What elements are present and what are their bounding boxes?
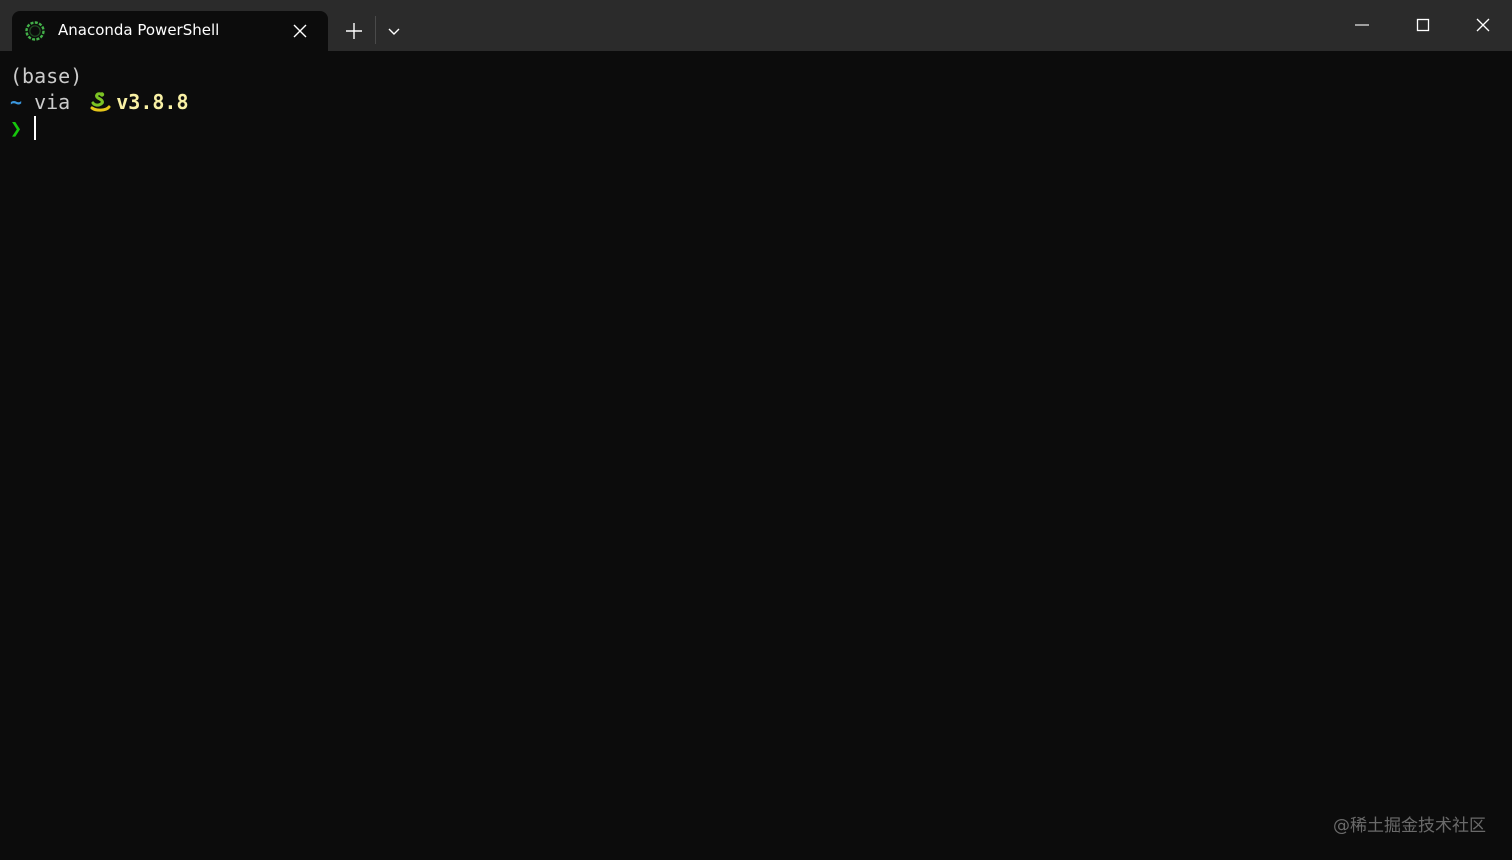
tab-anaconda-powershell[interactable]: Anaconda PowerShell (12, 11, 328, 51)
anaconda-ring-icon (24, 20, 46, 42)
title-bar: Anaconda PowerShell (0, 0, 1512, 51)
input-line[interactable]: ❯ (10, 115, 37, 141)
tab-title: Anaconda PowerShell (58, 21, 220, 39)
env-line: (base) (10, 64, 83, 88)
minimize-button[interactable] (1332, 0, 1392, 51)
home-tilde: ~ (10, 90, 23, 114)
prompt-chevron: ❯ (10, 116, 23, 140)
tab-separator (375, 16, 376, 44)
plus-icon[interactable] (340, 18, 368, 44)
terminal-window: Anaconda PowerShell (base) ~ via v3.8.8 … (0, 0, 1512, 860)
chevron-down-icon[interactable] (382, 18, 406, 44)
terminal-area[interactable]: (base) ~ via v3.8.8 ❯ @稀土掘金技术社区 (0, 51, 1512, 860)
maximize-button[interactable] (1393, 0, 1453, 51)
watermark: @稀土掘金技术社区 (1333, 816, 1486, 836)
close-window-button[interactable] (1453, 0, 1512, 51)
close-icon (1476, 18, 1490, 32)
snake-icon (88, 91, 112, 113)
python-version: v3.8.8 (116, 90, 189, 114)
maximize-icon (1416, 18, 1430, 32)
via-text: via (22, 90, 83, 114)
prompt-info-line: ~ via v3.8.8 (10, 89, 189, 115)
tab-close-icon[interactable] (290, 21, 310, 41)
text-cursor (34, 116, 37, 140)
minimize-icon (1355, 24, 1369, 26)
